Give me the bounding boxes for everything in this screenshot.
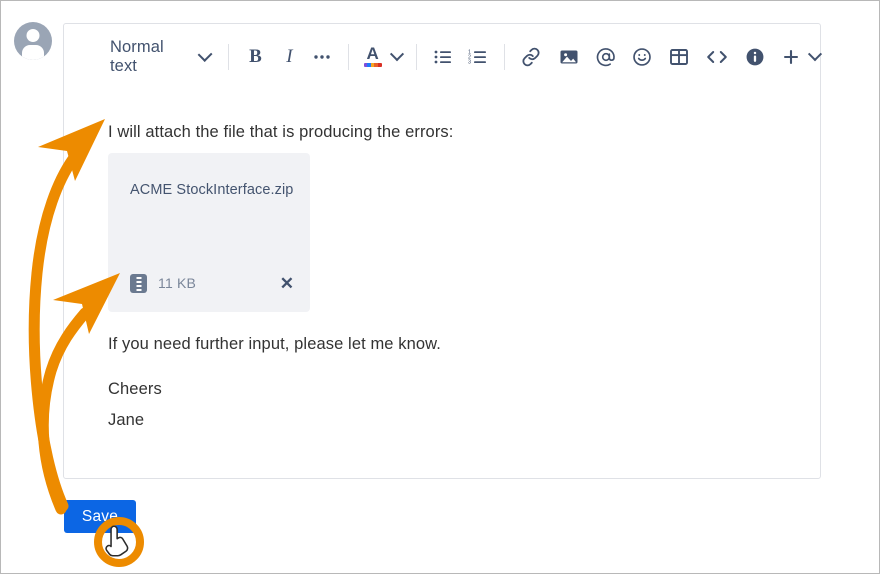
paragraph-middle: If you need further input, please let me…	[108, 332, 790, 356]
color-swatch-bar	[364, 63, 382, 67]
table-icon	[669, 47, 689, 67]
avatar-body	[22, 45, 44, 60]
numbered-list-button[interactable]: 1 2 3	[465, 40, 490, 74]
editor-content[interactable]: I will attach the file that is producing…	[108, 120, 790, 432]
emoji-button[interactable]	[631, 40, 654, 74]
text-color-button[interactable]: A	[363, 40, 402, 74]
attachment-card[interactable]: ACME StockInterface.zip 11 KB ✕	[108, 153, 310, 312]
toolbar-divider	[416, 44, 417, 70]
bullet-list-button[interactable]	[431, 40, 456, 74]
info-icon	[744, 46, 766, 68]
info-panel-button[interactable]	[743, 40, 766, 74]
toolbar-divider	[348, 44, 349, 70]
code-icon	[705, 47, 729, 67]
italic-button[interactable]: I	[278, 40, 301, 74]
paragraph-signoff: Cheers	[108, 377, 790, 401]
image-button[interactable]	[558, 40, 581, 74]
bullet-list-icon	[433, 47, 453, 67]
chevron-down-icon	[198, 47, 213, 62]
user-avatar-icon	[14, 22, 52, 60]
toolbar-divider	[504, 44, 505, 70]
code-button[interactable]	[705, 40, 730, 74]
text-style-dropdown[interactable]: Normal text	[106, 40, 214, 74]
bold-icon: B	[249, 46, 262, 68]
save-button[interactable]: Save	[64, 500, 136, 533]
avatar-head	[27, 29, 40, 42]
image-icon	[559, 47, 579, 67]
paragraph-intro: I will attach the file that is producing…	[108, 120, 790, 144]
mention-button[interactable]	[594, 40, 617, 74]
editor-toolbar: Normal text B I A	[64, 24, 820, 90]
attachment-footer: 11 KB ✕	[130, 272, 296, 294]
text-style-label: Normal text	[110, 38, 190, 76]
emoji-icon	[631, 46, 653, 68]
attachment-remove-button[interactable]: ✕	[280, 275, 296, 292]
attachment-file-size: 11 KB	[158, 275, 196, 291]
more-formatting-button[interactable]	[311, 40, 334, 74]
ellipsis-icon	[311, 46, 333, 68]
comment-editor: Normal text B I A	[63, 23, 821, 479]
screenshot-root: Normal text B I A	[0, 0, 880, 574]
table-button[interactable]	[668, 40, 691, 74]
chevron-down-icon	[808, 47, 822, 61]
paragraph-name: Jane	[108, 408, 790, 432]
attachment-file-name: ACME StockInterface.zip	[130, 180, 294, 201]
link-icon	[520, 46, 542, 68]
link-button[interactable]	[519, 40, 544, 74]
insert-more-button[interactable]	[780, 40, 820, 74]
bold-button[interactable]: B	[243, 40, 268, 74]
plus-icon	[780, 46, 802, 68]
chevron-down-icon	[390, 47, 404, 61]
toolbar-divider	[228, 44, 229, 70]
svg-text:3: 3	[468, 60, 471, 66]
italic-icon: I	[286, 46, 292, 68]
mention-icon	[595, 46, 617, 68]
zip-file-icon	[130, 274, 147, 293]
text-color-icon: A	[363, 45, 383, 69]
numbered-list-icon: 1 2 3	[468, 47, 488, 67]
